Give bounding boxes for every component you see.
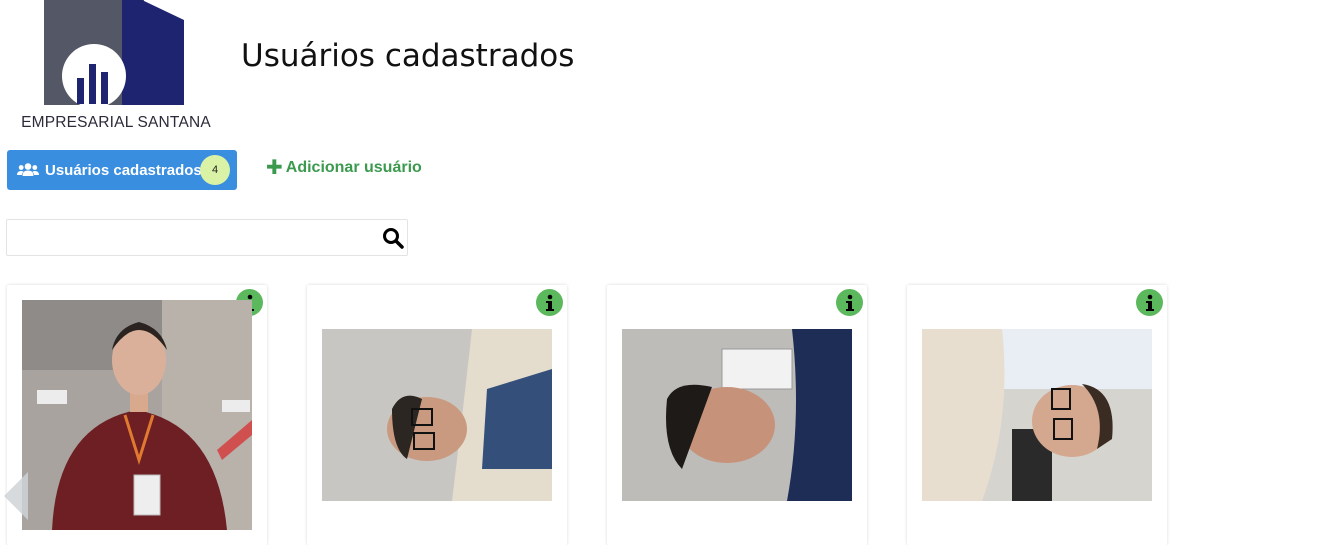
logo-text: EMPRESARIAL SANTANA	[21, 114, 211, 131]
user-card[interactable]	[607, 285, 867, 545]
add-user-link[interactable]: ✚ Adicionar usuário	[266, 157, 422, 179]
company-logo: EMPRESARIAL SANTANA	[6, 0, 221, 133]
search-input[interactable]	[7, 220, 377, 255]
search-box	[6, 219, 408, 256]
carousel-prev-arrow[interactable]	[0, 468, 28, 524]
users-count-badge: 4	[200, 155, 230, 185]
info-icon[interactable]	[836, 289, 863, 316]
add-user-label: Adicionar usuário	[285, 159, 422, 176]
search-icon[interactable]	[381, 226, 405, 250]
page-title: Usuários cadastrados	[241, 38, 575, 74]
user-card[interactable]	[307, 285, 567, 545]
user-photo	[322, 329, 552, 501]
info-icon[interactable]	[536, 289, 563, 316]
user-photo	[622, 329, 852, 501]
user-card[interactable]	[907, 285, 1167, 545]
registered-users-button[interactable]: Usuários cadastrados 4	[7, 150, 237, 190]
plus-icon: ✚	[266, 157, 283, 179]
user-card[interactable]	[7, 285, 267, 545]
logo-mark	[44, 0, 184, 108]
user-photo	[22, 300, 252, 530]
info-icon[interactable]	[1136, 289, 1163, 316]
users-icon	[17, 162, 39, 178]
user-photo	[922, 329, 1152, 501]
registered-users-label: Usuários cadastrados	[45, 161, 202, 179]
